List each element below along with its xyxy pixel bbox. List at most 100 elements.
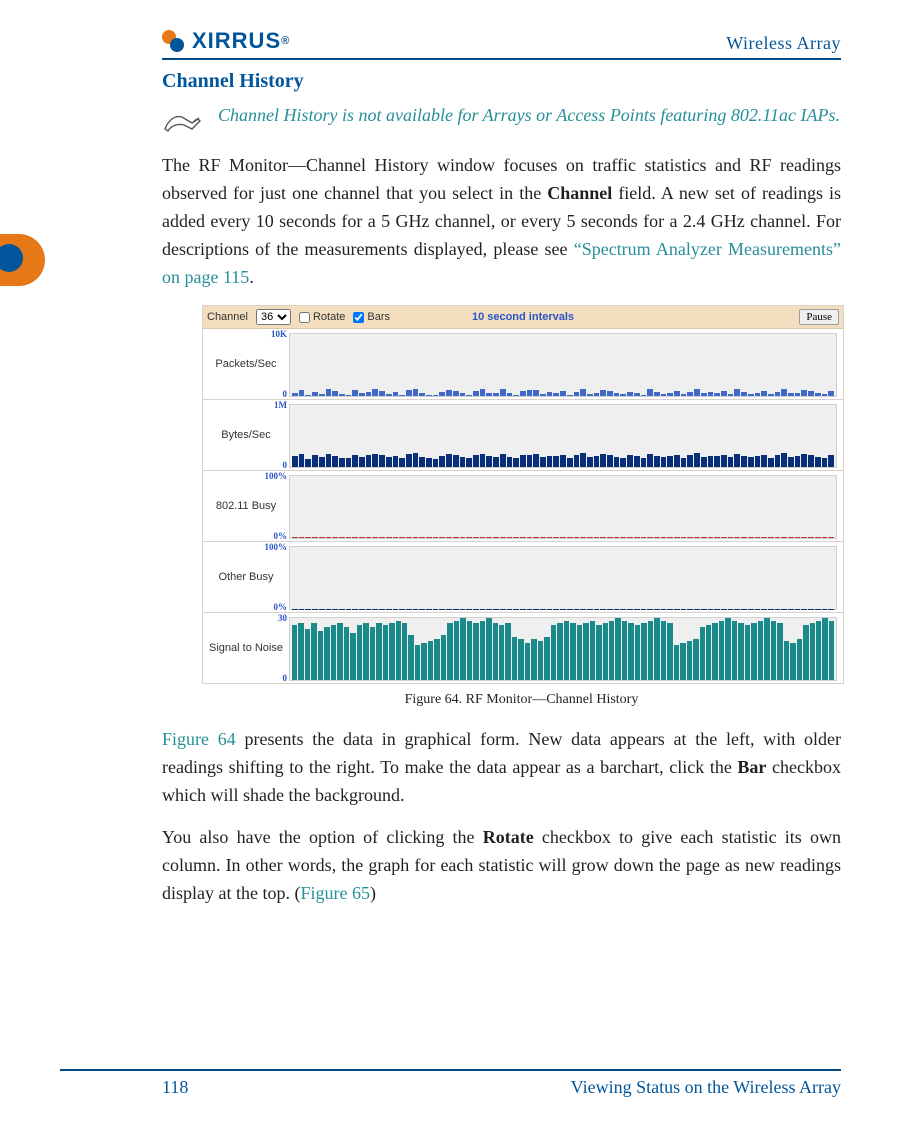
chart-bar: [324, 627, 329, 681]
bold-term: Channel: [547, 183, 612, 203]
chart-bar: [681, 537, 687, 538]
chart-bar: [627, 537, 633, 539]
chart-bar: [292, 393, 298, 396]
chart-bar: [574, 609, 580, 610]
chart-bar: [701, 537, 707, 538]
chart-bar: [784, 641, 789, 680]
chart-bar: [594, 537, 600, 538]
chart-bar: [518, 639, 523, 680]
chart-bar: [346, 609, 352, 610]
bars-checkbox[interactable]: Bars: [353, 311, 390, 323]
chart-bar: [344, 627, 349, 681]
chart-bar: [486, 393, 492, 397]
rotate-checkbox[interactable]: Rotate: [299, 311, 345, 323]
pause-button[interactable]: Pause: [799, 309, 839, 325]
chart-bar: [674, 645, 679, 680]
chart-bar: [553, 537, 559, 538]
chart-bar: [520, 391, 526, 396]
chart-bar: [446, 537, 452, 539]
chart-bar: [661, 621, 666, 681]
bars-checkbox-input[interactable]: [353, 312, 364, 323]
chart-bar: [708, 609, 714, 610]
body-para-1: The RF Monitor—Channel History window fo…: [162, 152, 841, 291]
chart-bar: [614, 457, 620, 468]
chart-bar: [641, 395, 647, 397]
chart-bar: [648, 621, 653, 681]
chart-bar: [453, 391, 459, 397]
rotate-checkbox-label: Rotate: [313, 311, 345, 323]
chart-bar: [768, 394, 774, 396]
chart-bar: [748, 457, 754, 468]
chart-bar: [339, 394, 345, 396]
figure-64: Channel 36 Rotate Bars 10 second interva…: [202, 305, 841, 708]
chart-bar: [466, 537, 472, 538]
chart-bar: [513, 537, 519, 538]
chart-bar: [768, 458, 774, 468]
chart-bar: [775, 392, 781, 397]
chart-bar: [634, 393, 640, 397]
chart-bar: [761, 537, 767, 539]
chart-bar: [738, 623, 743, 681]
chart-bar: [399, 609, 405, 610]
chart-plot-area: 100%0%: [289, 471, 843, 541]
chart-bar: [734, 454, 740, 468]
chart-bar: [493, 393, 499, 396]
chart-bar: [614, 609, 620, 610]
chart-bar: [493, 457, 499, 468]
chart-bar: [654, 392, 660, 396]
channel-label: Channel: [207, 311, 248, 323]
interval-label: 10 second intervals: [472, 311, 574, 323]
chart-bar: [480, 621, 485, 681]
chart-bar: [439, 456, 445, 468]
y-tick-low: 0%: [274, 602, 288, 612]
chart-bar: [507, 457, 513, 468]
chart-bar: [352, 455, 358, 468]
chart-bar: [507, 609, 513, 610]
chart-bar: [788, 609, 794, 610]
chart-bar: [667, 609, 673, 610]
chart-bar: [607, 537, 613, 539]
chart-bar: [570, 623, 575, 681]
chart-bar: [419, 609, 425, 610]
chart-bar: [822, 394, 828, 396]
page-number: 118: [60, 1077, 188, 1098]
channel-select[interactable]: 36: [256, 309, 291, 325]
chart-bar: [366, 392, 372, 397]
chart-bar: [741, 537, 747, 538]
chart-bar: [741, 456, 747, 468]
chart-bar: [567, 458, 573, 467]
y-axis-ticks: 1M0: [265, 400, 287, 470]
chart-bar: [771, 621, 776, 681]
chart-bar: [788, 393, 794, 396]
chart-bar: [627, 455, 633, 467]
chart-bar: [641, 537, 647, 538]
chart-bar: [781, 453, 787, 467]
chart-bar: [386, 537, 392, 538]
cross-reference-link[interactable]: Figure 64: [162, 729, 236, 749]
chart-row: Signal to Noise300: [203, 612, 843, 683]
chart-bar: [332, 456, 338, 468]
chart-bar: [795, 456, 801, 467]
y-axis-ticks: 100%0%: [265, 542, 287, 612]
body-text: ): [370, 883, 376, 903]
body-para-3: You also have the option of clicking the…: [162, 824, 841, 908]
chart-bar: [433, 459, 439, 468]
cross-reference-link[interactable]: Figure 65: [300, 883, 370, 903]
y-tick-high: 10K: [271, 329, 287, 339]
chart-bar: [527, 609, 533, 610]
chart-bar: [654, 618, 659, 680]
chart-plot-area: 10K0: [289, 329, 843, 399]
chart-bar: [402, 623, 407, 681]
chart-bar: [795, 393, 801, 397]
chart-bar: [815, 393, 821, 396]
rotate-checkbox-input[interactable]: [299, 312, 310, 323]
chart-bar: [667, 393, 673, 396]
chart-bars: [290, 547, 836, 609]
chart-bar: [466, 395, 472, 397]
chart-bar: [305, 609, 311, 610]
chart-bar: [434, 639, 439, 680]
chart-bar: [419, 393, 425, 396]
chart-bar: [627, 609, 633, 610]
chart-bar: [732, 621, 737, 681]
chart-bar: [748, 394, 754, 397]
